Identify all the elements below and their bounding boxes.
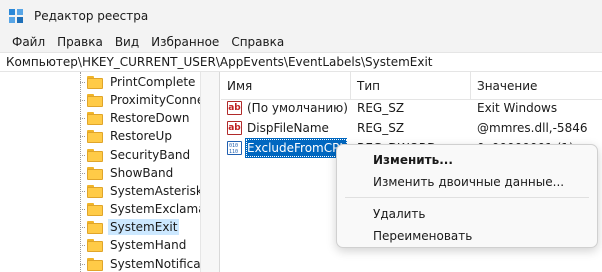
svg-text:110: 110	[229, 149, 238, 154]
list-header: Имя Тип Значение	[221, 72, 602, 100]
key-tree[interactable]: PrintComplete ProximityConnec RestoreDow…	[0, 72, 200, 272]
folder-icon	[87, 93, 103, 107]
string-value-icon: ab	[227, 101, 242, 115]
folder-icon	[87, 238, 103, 252]
string-value-icon: ab	[227, 121, 242, 135]
tree-scrollbar[interactable]	[200, 72, 220, 272]
folder-icon	[87, 166, 103, 180]
tree-item-systemexclamation[interactable]: SystemExclamatio	[80, 200, 200, 218]
folder-icon	[87, 184, 103, 198]
folder-icon	[87, 257, 103, 271]
menu-favorites[interactable]: Избранное	[145, 32, 225, 52]
tree-item-label: SystemHand	[110, 238, 187, 252]
menu-item-delete[interactable]: Удалить	[337, 203, 597, 225]
tree-item-systemhand[interactable]: SystemHand	[80, 236, 188, 254]
folder-icon	[87, 111, 103, 125]
tree-item-systemnotification[interactable]: SystemNotificatio	[80, 255, 200, 272]
menu-separator	[345, 197, 589, 198]
tree-item-label: PrintComplete	[110, 75, 196, 89]
title-bar: Редактор реестра	[0, 0, 602, 32]
tree-item-label: RestoreUp	[110, 129, 172, 143]
window-title: Редактор реестра	[34, 9, 149, 23]
value-row[interactable]: ab (По умолчанию) REG_SZ Exit Windows	[221, 98, 602, 118]
address-path[interactable]: Компьютер\HKEY_CURRENT_USER\AppEvents\Ev…	[6, 55, 433, 69]
value-name: (По умолчанию)	[247, 101, 347, 115]
column-header-type[interactable]: Тип	[351, 72, 471, 100]
menu-bar: Файл Правка Вид Избранное Справка	[0, 32, 602, 52]
registry-editor-icon	[8, 8, 24, 24]
tree-item-label: ProximityConnec	[110, 93, 200, 107]
tree-item-label: SystemNotificatio	[110, 257, 200, 271]
tree-item-label: SecurityBand	[110, 148, 191, 162]
tree-item-systemexit[interactable]: SystemExit	[80, 218, 180, 236]
menu-file[interactable]: Файл	[6, 32, 51, 52]
value-data: @mmres.dll,-5846	[477, 121, 588, 135]
menu-edit[interactable]: Правка	[51, 32, 109, 52]
menu-help[interactable]: Справка	[225, 32, 290, 52]
context-menu: Изменить... Изменить двоичные данные... …	[336, 144, 598, 248]
value-name: DispFileName	[247, 121, 329, 135]
tree-item-label: SystemAsterisk	[110, 184, 200, 198]
tree-item-proximityconnec[interactable]: ProximityConnec	[80, 91, 200, 109]
value-row[interactable]: ab DispFileName REG_SZ @mmres.dll,-5846	[221, 118, 602, 138]
tree-item-systemasterisk[interactable]: SystemAsterisk	[80, 182, 200, 200]
tree-item-label: RestoreDown	[110, 111, 190, 125]
folder-icon	[87, 202, 103, 216]
menu-item-rename[interactable]: Переименовать	[337, 225, 597, 247]
column-header-name[interactable]: Имя	[221, 72, 351, 100]
binary-value-icon: 010 110	[227, 141, 242, 155]
value-type: REG_SZ	[357, 121, 405, 135]
address-bar[interactable]: Компьютер\HKEY_CURRENT_USER\AppEvents\Ev…	[0, 52, 602, 72]
menu-view[interactable]: Вид	[109, 32, 145, 52]
tree-item-showband[interactable]: ShowBand	[80, 164, 175, 182]
column-header-value[interactable]: Значение	[471, 72, 602, 100]
tree-item-securityband[interactable]: SecurityBand	[80, 146, 192, 164]
value-type: REG_SZ	[357, 101, 405, 115]
tree-item-label: SystemExclamatio	[110, 202, 200, 216]
folder-icon	[87, 148, 103, 162]
menu-item-modify[interactable]: Изменить...	[337, 149, 597, 171]
tree-item-printcomplete[interactable]: PrintComplete	[80, 73, 197, 91]
value-data: Exit Windows	[477, 101, 558, 115]
folder-icon	[87, 220, 103, 234]
folder-icon	[87, 129, 103, 143]
menu-item-modify-binary[interactable]: Изменить двоичные данные...	[337, 171, 597, 193]
folder-icon	[87, 75, 103, 89]
tree-item-label: SystemExit	[108, 219, 180, 235]
tree-item-restoreup[interactable]: RestoreUp	[80, 127, 174, 145]
tree-item-restoredown[interactable]: RestoreDown	[80, 109, 192, 127]
value-name: ExcludeFromCPL	[245, 138, 347, 158]
tree-item-label: ShowBand	[110, 166, 174, 180]
